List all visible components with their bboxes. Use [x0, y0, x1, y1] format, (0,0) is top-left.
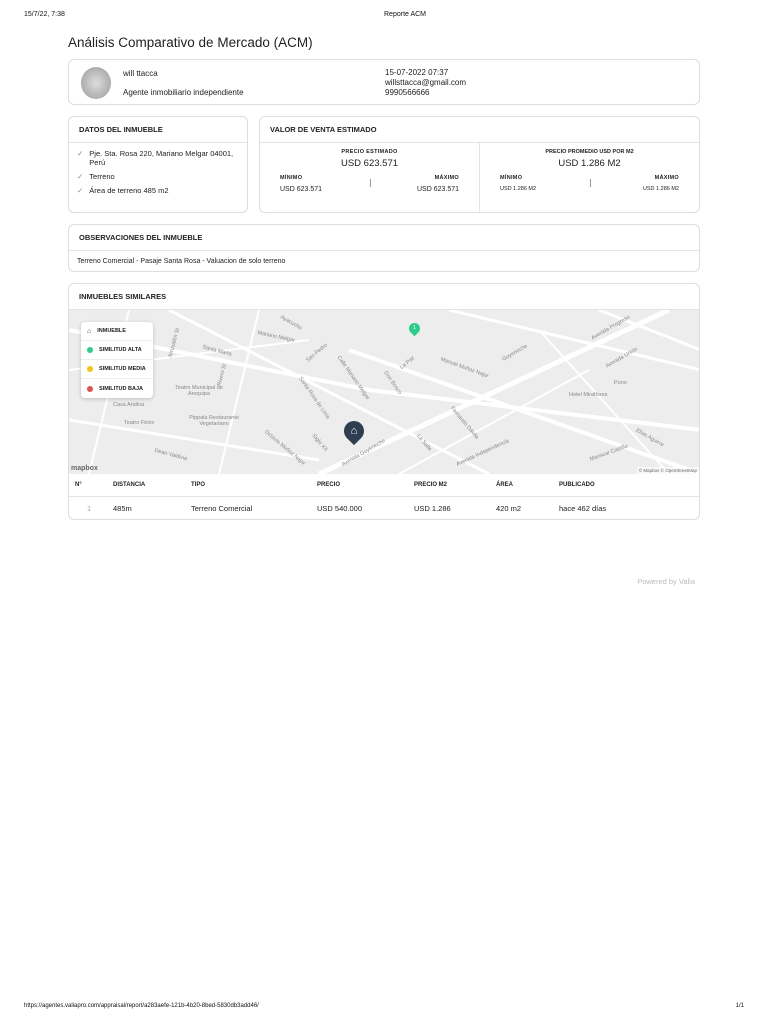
- print-page-number: 1/1: [735, 1003, 744, 1009]
- precio-estimado-panel: PRECIO ESTIMADO USD 623.571 MÍNIMO MÁXIM…: [260, 143, 480, 212]
- precio-m2-panel: PRECIO PROMEDIO USD POR M2 USD 1.286 M2 …: [480, 143, 699, 212]
- map-attribution[interactable]: © Mapbox © OpenStreetMap: [636, 467, 699, 474]
- similares-table: N° DISTANCIA TIPO PRECIO PRECIO M2 ÁREA …: [69, 474, 699, 520]
- similares-card: INMUEBLES SIMILARES Mariano Melgar Santa…: [68, 283, 700, 520]
- map-legend: ⌂ INMUEBLE SIMILITUD ALTA SIMILITUD MEDIA…: [81, 322, 153, 398]
- legend-media: SIMILITUD MEDIA: [81, 360, 153, 379]
- m2-label: PRECIO PROMEDIO USD POR M2: [545, 149, 634, 155]
- map-label: Pippala Restaurante Vegetariano: [189, 415, 239, 427]
- similar-marker[interactable]: 1: [406, 320, 423, 337]
- table-row[interactable]: 1 485m Terreno Comercial USD 540.000 USD…: [69, 497, 699, 520]
- print-datetime: 15/7/22, 7:38: [24, 11, 65, 18]
- min-value: USD 1.286 M2: [500, 186, 537, 192]
- obs-heading: OBSERVACIONES DEL INMUEBLE: [69, 225, 699, 251]
- map-label: Teatro Fénix: [124, 420, 155, 426]
- agent-role: Agente inmobiliario independiente: [123, 88, 244, 97]
- agent-phone: 9990566666: [385, 88, 430, 97]
- print-title: Reporte ACM: [384, 11, 427, 18]
- agent-card: will ttacca Agente inmobiliario independ…: [68, 59, 700, 105]
- avatar: [81, 67, 111, 99]
- col-header: DISTANCIA: [107, 474, 185, 497]
- col-header: TIPO: [185, 474, 311, 497]
- print-url: https://agentes.valiapro.com/appraisal/r…: [24, 1003, 259, 1009]
- datos-card: DATOS DEL INMUEBLE ✓ Pje. Sta. Rosa 220, …: [68, 116, 248, 213]
- col-header: N°: [69, 474, 107, 497]
- legend-baja: SIMILITUD BAJA: [81, 379, 153, 398]
- page-title: Análisis Comparativo de Mercado (ACM): [68, 35, 313, 50]
- precio-label: PRECIO ESTIMADO: [341, 149, 398, 155]
- property-marker[interactable]: ⌂: [339, 416, 369, 446]
- col-header: PRECIO: [311, 474, 408, 497]
- obs-card: OBSERVACIONES DEL INMUEBLE Terreno Comer…: [68, 224, 700, 272]
- m2-value: USD 1.286 M2: [558, 158, 621, 169]
- agent-name: will ttacca: [123, 69, 158, 78]
- check-icon: ✓: [77, 186, 84, 195]
- min-label: MÍNIMO: [280, 175, 303, 181]
- datos-heading: DATOS DEL INMUEBLE: [69, 117, 247, 143]
- home-icon: ⌂: [87, 327, 92, 335]
- similares-heading: INMUEBLES SIMILARES: [69, 284, 699, 310]
- report-date: 15-07-2022 07:37: [385, 68, 449, 77]
- valor-heading: VALOR DE VENTA ESTIMADO: [260, 117, 699, 143]
- powered-by[interactable]: Powered by Valia: [637, 577, 695, 586]
- datos-item: Área de terreno 485 m2: [89, 186, 169, 195]
- max-label: MÁXIMO: [434, 175, 459, 181]
- max-label: MÁXIMO: [654, 175, 679, 181]
- legend-inmueble: ⌂ INMUEBLE: [81, 322, 153, 341]
- map[interactable]: Mariano Melgar Santa Marta San Pedro Cal…: [69, 310, 699, 474]
- check-icon: ✓: [77, 149, 84, 158]
- col-header: PUBLICADO: [553, 474, 699, 497]
- legend-alta: SIMILITUD ALTA: [81, 341, 153, 360]
- check-icon: ✓: [77, 172, 84, 181]
- min-label: MÍNIMO: [500, 175, 523, 181]
- max-value: USD 1.286 M2: [642, 186, 679, 192]
- mapbox-logo[interactable]: mapbox: [71, 465, 98, 472]
- valor-card: VALOR DE VENTA ESTIMADO PRECIO ESTIMADO …: [259, 116, 700, 213]
- precio-value: USD 623.571: [340, 158, 399, 169]
- min-value: USD 623.571: [280, 186, 323, 193]
- col-header: ÁREA: [490, 474, 553, 497]
- home-icon: ⌂: [350, 425, 358, 437]
- map-label: Hotel Miraflores: [569, 392, 608, 398]
- datos-item: Pje. Sta. Rosa 220, Mariano Melgar 04001…: [89, 149, 234, 167]
- datos-item: Terreno: [89, 172, 115, 181]
- max-value: USD 623.571: [416, 186, 459, 193]
- col-header: PRECIO M2: [408, 474, 490, 497]
- map-label: Teatro Municipal de Arequipa: [175, 385, 223, 397]
- agent-email: willsttacca@gmail.com: [385, 78, 467, 87]
- obs-text: Terreno Comercial - Pasaje Santa Rosa - …: [77, 258, 286, 265]
- map-label: Casa Andina: [113, 402, 145, 408]
- map-label: Puno: [614, 380, 627, 386]
